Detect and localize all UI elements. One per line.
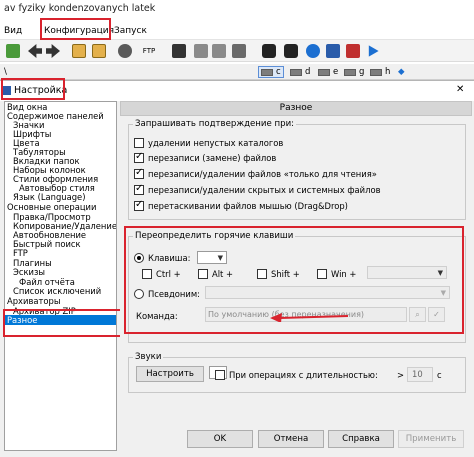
sound-duration-checkbox[interactable]: При операциях с длительностью: — [215, 369, 378, 381]
seconds-unit: с — [437, 370, 442, 380]
confirm-drag-drop[interactable]: перетаскивании файлов мышью (Drag&Drop) — [134, 199, 348, 212]
confirm-readonly-files[interactable]: перезаписи/удалении файлов «только для ч… — [134, 167, 377, 180]
play-icon[interactable] — [368, 45, 379, 57]
checkbox[interactable] — [134, 199, 144, 211]
confirm-overwrite-files[interactable]: перезаписи (замене) файлов — [134, 151, 276, 164]
duration-input[interactable]: 10 — [407, 367, 433, 382]
tree-item[interactable]: Архиваторы — [5, 296, 60, 306]
network-drive-icon[interactable]: ◆ — [398, 66, 405, 78]
ftp-icon[interactable]: FTP — [140, 44, 158, 58]
checkbox[interactable] — [134, 167, 144, 179]
tree-item[interactable]: Основные операции — [5, 202, 96, 212]
checkbox[interactable] — [198, 269, 208, 279]
checkbox[interactable] — [134, 138, 144, 148]
globe-icon[interactable] — [306, 44, 320, 58]
dialog-titlebar: Настройка ✕ — [0, 81, 474, 101]
drive-bar: \ c d e g h ◆ — [0, 64, 474, 80]
menu-view[interactable]: Вид — [4, 24, 22, 38]
radio[interactable] — [134, 253, 144, 263]
annotation-arrow-icon — [270, 313, 349, 322]
search-icon: ⌕ — [415, 310, 420, 319]
pack-icon[interactable] — [72, 44, 86, 58]
drive-g[interactable]: g — [344, 66, 364, 78]
chevron-down-icon: ▼ — [217, 254, 223, 262]
close-icon[interactable]: ✕ — [456, 84, 464, 96]
alias-select[interactable]: ▼ — [205, 286, 450, 299]
menu-bar: Вид Конфигурация Запуск — [0, 22, 474, 40]
checkbox[interactable] — [257, 269, 267, 279]
ftp-disconnect-icon[interactable] — [232, 44, 246, 58]
command-clear-button[interactable]: ✓ — [428, 307, 445, 322]
tree-item[interactable]: Язык (Language) — [5, 192, 85, 202]
tree-item[interactable]: Разное — [5, 315, 116, 325]
settings-tree: Вид окна Содержимое панелей Значки Шрифты Цв… — [4, 101, 117, 451]
sync-icon[interactable] — [262, 44, 276, 58]
find-icon[interactable] — [172, 44, 186, 58]
tree-item[interactable]: Список исключений — [5, 286, 101, 296]
modifier-ctrl[interactable]: Ctrl + — [142, 268, 181, 280]
checkbox[interactable] — [134, 151, 144, 163]
command-browse-button[interactable]: ⌕ — [409, 307, 426, 322]
drive-icon — [261, 68, 273, 76]
settings-dialog: Настройка ✕ Вид окна Содержимое панелей Зн… — [0, 78, 474, 457]
unpack-icon[interactable] — [92, 44, 106, 58]
checkbox[interactable] — [215, 370, 225, 380]
settings-panel: Разное Запрашивать подтверждение при: уд… — [120, 101, 472, 441]
drive-e[interactable]: e — [318, 66, 338, 78]
modifier-shift[interactable]: Shift + — [257, 268, 300, 280]
modifier-key-select[interactable]: ▼ — [367, 266, 447, 279]
modifier-alt[interactable]: Alt + — [198, 268, 233, 280]
app-icon — [3, 86, 11, 95]
ok-button[interactable]: OK — [187, 430, 253, 448]
move-icon[interactable] — [212, 44, 226, 58]
greater-than-label: > — [397, 370, 405, 380]
forward-icon[interactable] — [46, 44, 60, 58]
copy-icon[interactable] — [194, 44, 208, 58]
help-button[interactable]: Справка — [328, 430, 394, 448]
drive-h[interactable]: h — [370, 66, 390, 78]
modifier-win[interactable]: Win + — [317, 268, 356, 280]
search-icon[interactable] — [118, 44, 132, 58]
apply-button[interactable]: Применить — [398, 430, 464, 448]
key-radio[interactable]: Клавиша: — [134, 252, 190, 264]
app-title: av fyziky kondenzovanych latek — [4, 3, 156, 14]
menu-configuration[interactable]: Конфигурация — [44, 24, 114, 38]
media-icon[interactable] — [284, 44, 298, 58]
confirm-nonempty-folders[interactable]: удалении непустых каталогов — [134, 137, 283, 149]
drive-icon — [344, 68, 356, 76]
refresh-icon[interactable] — [6, 44, 20, 58]
key-select[interactable]: ▼ — [197, 251, 227, 264]
drive-icon — [370, 68, 382, 76]
tree-item[interactable]: Эскизы — [5, 267, 45, 277]
drive-c[interactable]: c — [258, 66, 284, 78]
checkbox[interactable] — [142, 269, 152, 279]
menu-launch[interactable]: Запуск — [114, 24, 147, 38]
radio[interactable] — [134, 289, 144, 299]
path-root[interactable]: \ — [4, 66, 7, 78]
tree-item[interactable]: FTP — [5, 248, 28, 258]
drive-icon — [318, 68, 330, 76]
sounds-group-label: Звуки — [133, 352, 164, 363]
chevron-down-icon: ▼ — [440, 289, 446, 297]
sound-setup-button[interactable]: Настроить — [136, 366, 204, 382]
command-label: Команда: — [136, 311, 178, 321]
toolbar: FTP — [0, 40, 474, 62]
confirm-group-label: Запрашивать подтверждение при: — [133, 119, 297, 130]
drive-icon — [290, 68, 302, 76]
dialog-title: Настройка — [14, 85, 68, 96]
cancel-button[interactable]: Отмена — [258, 430, 324, 448]
check-icon: ✓ — [433, 310, 440, 319]
save-icon[interactable] — [326, 44, 340, 58]
checkbox[interactable] — [134, 183, 144, 195]
confirm-hidden-system-files[interactable]: перезаписи/удалении скрытых и системных … — [134, 183, 381, 196]
panel-title: Разное — [120, 101, 472, 116]
stop-icon[interactable] — [346, 44, 360, 58]
back-icon[interactable] — [28, 44, 42, 58]
hotkeys-group-label: Переопределить горячие клавиши — [133, 231, 296, 242]
chevron-down-icon: ▼ — [437, 269, 443, 277]
drive-d[interactable]: d — [290, 66, 310, 78]
checkbox[interactable] — [317, 269, 327, 279]
alias-radio[interactable]: Псевдоним: — [134, 288, 200, 300]
